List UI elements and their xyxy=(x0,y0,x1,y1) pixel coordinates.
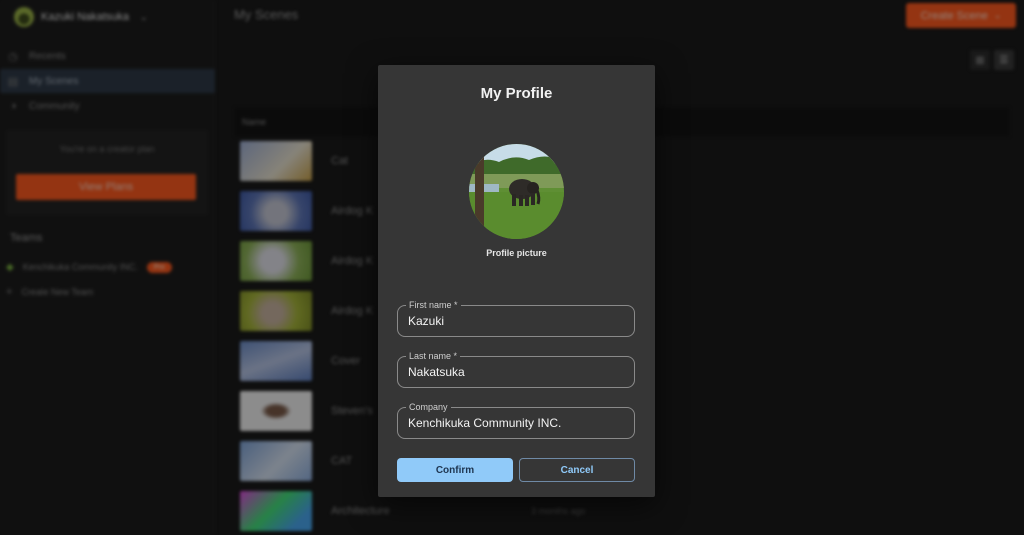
profile-dialog: My Profile Profile picture First name * … xyxy=(378,65,655,497)
last-name-input[interactable] xyxy=(408,363,623,381)
profile-picture[interactable] xyxy=(469,144,564,239)
dialog-title: My Profile xyxy=(480,85,553,102)
last-name-field: Last name * xyxy=(397,350,635,388)
company-label: Company xyxy=(406,401,451,413)
elephant-photo-icon xyxy=(469,144,564,239)
cancel-button[interactable]: Cancel xyxy=(519,458,635,482)
first-name-field: First name * xyxy=(397,299,635,337)
company-input[interactable] xyxy=(408,414,623,432)
first-name-label: First name * xyxy=(406,299,461,311)
first-name-input[interactable] xyxy=(408,312,623,330)
confirm-button[interactable]: Confirm xyxy=(397,458,513,482)
last-name-label: Last name * xyxy=(406,350,461,362)
company-field: Company xyxy=(397,401,635,439)
profile-picture-label: Profile picture xyxy=(486,248,547,258)
